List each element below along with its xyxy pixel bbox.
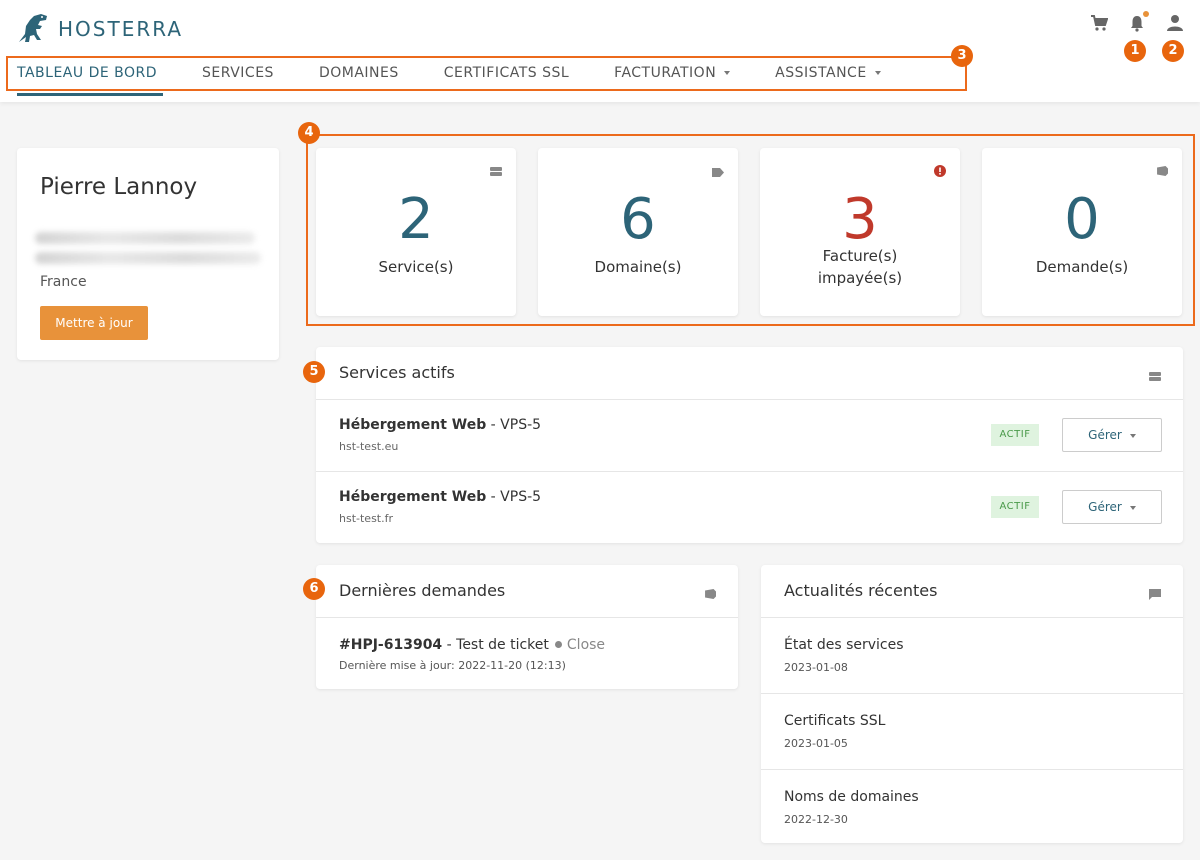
stat-value: 2: [398, 187, 434, 252]
tag-icon: [712, 162, 724, 181]
stat-card-services[interactable]: 2 Service(s): [316, 148, 516, 316]
recent-news-panel: Actualités récentes État des services 20…: [761, 565, 1183, 843]
news-item-title[interactable]: État des services: [784, 637, 904, 653]
ticket-icon: [1156, 162, 1171, 181]
status-badge: ACTIF: [991, 496, 1039, 518]
user-icon[interactable]: [1166, 14, 1184, 32]
recent-tickets-panel: Dernières demandes #HPJ-613904 - Test de…: [316, 565, 738, 689]
service-plan: - VPS-5: [486, 489, 542, 505]
profile-card: Pierre Lannoy France Mettre à jour: [17, 148, 279, 360]
chevron-down-icon: [1129, 433, 1136, 438]
service-title[interactable]: Hébergement Web - VPS-5: [339, 489, 541, 505]
divider: [761, 617, 1183, 618]
service-domain: hst-test.fr: [339, 512, 394, 525]
service-plan: - VPS-5: [486, 417, 542, 433]
annotation-badge: 5: [303, 361, 325, 383]
server-icon: [1149, 367, 1161, 386]
stat-label: Domaine(s): [594, 258, 682, 276]
redacted-address: [35, 232, 255, 244]
panel-title: Actualités récentes: [784, 581, 938, 600]
status-dot-icon: [554, 641, 562, 648]
stat-value: 0: [1064, 187, 1100, 252]
stat-label: Facture(s) impayée(s): [817, 247, 903, 287]
brand-name: HOSTERRA: [58, 17, 183, 41]
panel-title: Dernières demandes: [339, 581, 506, 600]
news-item-title[interactable]: Noms de domaines: [784, 789, 919, 805]
annotation-box-nav: [6, 56, 967, 91]
news-item-date: 2022-12-30: [784, 813, 848, 826]
cart-icon[interactable]: [1090, 14, 1109, 32]
divider: [761, 769, 1183, 770]
stat-value: 6: [620, 187, 656, 252]
redacted-address: [35, 252, 261, 264]
stat-label: Service(s): [378, 258, 454, 276]
panel-title: Services actifs: [339, 363, 455, 382]
ticket-id: #HPJ-613904: [339, 637, 443, 653]
service-title[interactable]: Hébergement Web - VPS-5: [339, 417, 541, 433]
annotation-badge: 6: [303, 578, 325, 600]
chevron-down-icon: [1129, 505, 1136, 510]
stat-card-unpaid-invoices[interactable]: 3 Facture(s) impayée(s): [760, 148, 960, 316]
update-profile-button[interactable]: Mettre à jour: [40, 306, 148, 340]
annotation-badge: 4: [298, 122, 320, 144]
brand-logo[interactable]: HOSTERRA: [16, 12, 183, 46]
service-domain: hst-test.eu: [339, 440, 399, 453]
bell-icon[interactable]: [1128, 11, 1149, 32]
server-icon: [490, 162, 502, 181]
ticket-icon: [704, 585, 719, 604]
stat-label: Demande(s): [1035, 258, 1129, 276]
annotation-badge: 1: [1124, 40, 1146, 62]
manage-dropdown-button[interactable]: Gérer: [1062, 490, 1162, 524]
news-item-title[interactable]: Certificats SSL: [784, 713, 885, 729]
divider: [761, 693, 1183, 694]
active-services-panel: Services actifs Hébergement Web - VPS-5 …: [316, 347, 1183, 543]
manage-label: Gérer: [1088, 428, 1122, 442]
divider: [316, 399, 1183, 400]
service-name: Hébergement Web: [339, 489, 487, 505]
service-name: Hébergement Web: [339, 417, 487, 433]
notification-dot: [1143, 11, 1149, 17]
ticket-link[interactable]: #HPJ-613904 - Test de ticket Close: [339, 637, 605, 653]
header-icons: [1090, 11, 1184, 32]
profile-name: Pierre Lannoy: [40, 174, 198, 200]
news-item-date: 2023-01-08: [784, 661, 848, 674]
stat-card-tickets[interactable]: 0 Demande(s): [982, 148, 1182, 316]
profile-country: France: [40, 274, 87, 290]
news-item-date: 2023-01-05: [784, 737, 848, 750]
stat-value: 3: [842, 187, 878, 252]
dinosaur-logo-icon: [19, 14, 47, 42]
divider: [316, 617, 738, 618]
ticket-updated: Dernière mise à jour: 2022-11-20 (12:13): [339, 659, 566, 672]
alert-circle-icon: [934, 162, 946, 181]
annotation-badge: 3: [951, 45, 973, 67]
stat-card-domains[interactable]: 6 Domaine(s): [538, 148, 738, 316]
chat-bubble-icon: [1149, 585, 1161, 604]
ticket-subject: - Test de ticket: [442, 637, 549, 653]
manage-label: Gérer: [1088, 500, 1122, 514]
divider: [316, 471, 1183, 472]
ticket-status: Close: [566, 637, 606, 653]
manage-dropdown-button[interactable]: Gérer: [1062, 418, 1162, 452]
annotation-badge: 2: [1162, 40, 1184, 62]
status-badge: ACTIF: [991, 424, 1039, 446]
